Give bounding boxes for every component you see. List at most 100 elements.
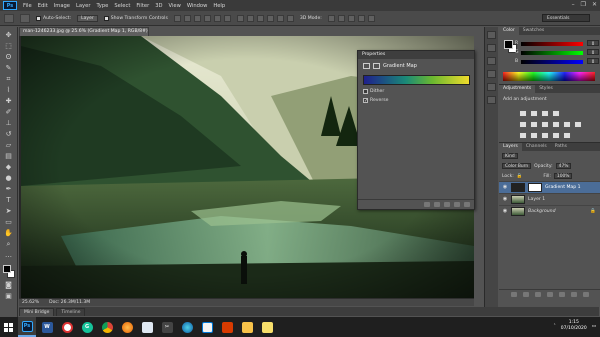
color-balance-icon[interactable] (541, 121, 549, 128)
threshold-icon[interactable] (541, 132, 549, 139)
align-top-icon[interactable] (173, 14, 181, 22)
distribute-center-icon[interactable] (276, 14, 284, 22)
zoom-tool-icon[interactable]: ⌕ (3, 240, 14, 249)
align-center-icon[interactable] (213, 14, 221, 22)
path-selection-tool-icon[interactable]: ➤ (3, 207, 14, 216)
green-slider[interactable]: G 0 (515, 49, 599, 55)
properties-header[interactable]: Properties (358, 51, 474, 59)
blur-tool-icon[interactable]: ◆ (3, 163, 14, 172)
vibrance-icon[interactable] (519, 121, 527, 128)
view-previous-icon[interactable] (434, 202, 440, 207)
red-slider[interactable]: R 0 (515, 40, 599, 46)
taskbar-chrome[interactable] (98, 317, 116, 337)
auto-select-checkbox[interactable] (36, 15, 41, 21)
new-group-icon[interactable] (558, 292, 565, 297)
delete-icon[interactable] (464, 202, 470, 207)
fill-input[interactable]: 100% (553, 173, 573, 179)
opacity-input[interactable]: 47% (555, 163, 572, 169)
align-left-icon[interactable] (203, 14, 211, 22)
gradient-picker[interactable] (363, 75, 470, 85)
color-panel-foreground-swatch[interactable] (504, 40, 513, 49)
clone-stamp-tool-icon[interactable]: ⊥ (3, 119, 14, 128)
tab-styles[interactable]: Styles (535, 85, 557, 93)
auto-select-target-dropdown[interactable]: Layer (77, 14, 98, 22)
reverse-option[interactable]: ✓ Reverse (363, 98, 469, 104)
menu-window[interactable]: Window (187, 3, 207, 9)
dodge-tool-icon[interactable]: ● (3, 174, 14, 183)
move-tool-icon[interactable]: ✥ (3, 31, 14, 40)
eye-icon[interactable]: ◉ (502, 197, 508, 202)
close-button[interactable]: ✕ (592, 1, 597, 8)
taskbar-snipping[interactable]: ✂ (158, 317, 176, 337)
taskbar-chrome-ext[interactable] (58, 317, 76, 337)
quick-select-tool-icon[interactable]: ✎ (3, 64, 14, 73)
paragraph-panel-icon[interactable] (487, 70, 496, 78)
align-right-icon[interactable] (223, 14, 231, 22)
menu-select[interactable]: Select (114, 3, 130, 9)
channel-mixer-icon[interactable] (574, 121, 582, 128)
foreground-color-swatch[interactable] (2, 265, 11, 273)
history-panel-icon[interactable] (487, 31, 496, 39)
pen-tool-icon[interactable]: ✒ (3, 185, 14, 194)
menu-edit[interactable]: Edit (38, 3, 48, 9)
notifications-icon[interactable]: ▭ (592, 324, 596, 329)
transform-controls-option[interactable]: Show Transform Controls (103, 15, 168, 21)
layer-kind-filter[interactable]: Kind (502, 153, 518, 159)
dither-option[interactable]: Dither (363, 89, 469, 94)
align-middle-icon[interactable] (183, 14, 191, 22)
3d-slide-icon[interactable] (357, 14, 365, 22)
color-spectrum[interactable] (503, 72, 595, 81)
green-value[interactable]: 0 (587, 49, 599, 55)
info-panel-icon[interactable] (487, 44, 496, 52)
distribute-top-icon[interactable] (236, 14, 244, 22)
tab-adjustments[interactable]: Adjustments (499, 85, 536, 93)
curves-icon[interactable] (541, 110, 549, 117)
crop-tool-icon[interactable]: ⌗ (3, 75, 14, 84)
taskbar-edge[interactable] (178, 317, 196, 337)
gradient-tool-icon[interactable]: ▤ (3, 152, 14, 161)
screen-mode-icon[interactable]: ▣ (3, 292, 14, 301)
transform-controls-checkbox[interactable] (103, 15, 109, 21)
taskbar-sticky-notes[interactable] (258, 317, 276, 337)
3d-roll-icon[interactable] (337, 14, 345, 22)
zoom-level[interactable]: 25.62% (22, 300, 39, 305)
restore-button[interactable]: ❐ (581, 1, 586, 8)
distribute-right-icon[interactable] (286, 14, 294, 22)
delete-layer-icon[interactable] (582, 292, 589, 297)
tab-color[interactable]: Color (499, 27, 519, 35)
tool-preset-icon[interactable] (20, 13, 30, 23)
taskbar-photoshop[interactable]: Ps (18, 317, 36, 337)
tab-channels[interactable]: Channels (522, 143, 551, 151)
layer-row-layer-1[interactable]: ◉ Layer 1 (499, 193, 600, 205)
history-brush-tool-icon[interactable]: ↺ (3, 130, 14, 139)
add-mask-icon[interactable] (534, 292, 541, 297)
layer-row-gradient-map[interactable]: ◉ Gradient Map 1 (499, 181, 600, 193)
document-tab[interactable]: man-1246233.jpg @ 25.6% (Gradient Map 1,… (19, 27, 149, 36)
eraser-tool-icon[interactable]: ▱ (3, 141, 14, 150)
move-tool-icon[interactable] (4, 13, 14, 23)
levels-icon[interactable] (530, 110, 538, 117)
chevron-up-icon[interactable]: ˄ (554, 324, 556, 329)
character-panel-icon[interactable] (487, 57, 496, 65)
photo-filter-icon[interactable] (563, 121, 571, 128)
tab-timeline[interactable]: Timeline (56, 308, 86, 316)
lock-icon[interactable]: 🔒 (517, 174, 523, 179)
taskbar-office[interactable] (218, 317, 236, 337)
brush-tool-icon[interactable]: ✐ (3, 108, 14, 117)
new-adjustment-icon[interactable] (546, 292, 553, 297)
menu-image[interactable]: Image (54, 3, 70, 9)
eye-icon[interactable]: ◉ (502, 209, 508, 214)
taskbar-paint[interactable] (198, 317, 216, 337)
hue-saturation-icon[interactable] (530, 121, 538, 128)
quick-mask-icon[interactable]: ◙ (3, 281, 14, 290)
tab-mini-bridge[interactable]: Mini Bridge (19, 308, 55, 316)
selective-color-icon[interactable] (563, 132, 571, 139)
clock[interactable]: 1:15 07/10/2020 (561, 320, 587, 332)
exposure-icon[interactable] (552, 110, 560, 117)
tab-layers[interactable]: Layers (499, 143, 522, 151)
taskbar-folder[interactable] (238, 317, 256, 337)
3d-scale-icon[interactable] (367, 14, 375, 22)
start-button[interactable] (0, 317, 16, 337)
workspace-dropdown[interactable]: Essentials (542, 14, 590, 22)
brush-panel-icon[interactable] (487, 83, 496, 91)
